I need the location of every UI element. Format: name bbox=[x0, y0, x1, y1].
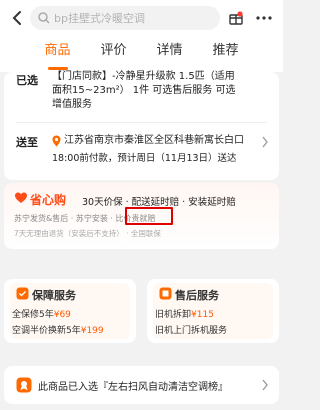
highlight-box bbox=[125, 207, 173, 225]
coupon-button[interactable] bbox=[226, 8, 246, 28]
service-option[interactable]: 旧机拆卸¥115 bbox=[155, 307, 214, 320]
delivery-address[interactable]: 江苏省南京市秦淮区全区科巷新寓长白口 bbox=[64, 134, 244, 148]
more-button[interactable] bbox=[254, 8, 274, 28]
ranking-text: 此商品已入选『左右扫风自动清洁空调榜』 bbox=[38, 382, 228, 393]
divider bbox=[16, 122, 267, 123]
tab-reviews[interactable]: 评价 bbox=[86, 40, 142, 68]
selected-line-1[interactable]: 【门店同款】-冷静星升级款 1.5匹（适用 bbox=[52, 70, 235, 84]
selected-label: 已选 bbox=[16, 74, 38, 87]
search-icon bbox=[38, 12, 50, 24]
shield-icon bbox=[16, 287, 29, 300]
service-option-price: ¥199 bbox=[80, 326, 104, 336]
tab-bar: 商品 评价 详情 推荐 bbox=[0, 40, 283, 70]
spec-card: 已选 【门店同款】-冷静星升级款 1.5匹（适用 面积15~23m²） 1件 可… bbox=[4, 70, 279, 180]
tab-product[interactable]: 商品 bbox=[30, 40, 86, 70]
service-card-warranty[interactable]: 保障服务 全保修5年¥69 空调半价换新5年¥199 bbox=[4, 279, 136, 343]
service-option-price: ¥69 bbox=[53, 310, 71, 320]
service-option-name: 旧机拆卸 bbox=[155, 310, 192, 320]
service-title: 保障服务 bbox=[32, 289, 76, 302]
more-dots-icon bbox=[256, 16, 272, 20]
location-pin-icon bbox=[52, 135, 61, 147]
service-option-name: 全保修5年 bbox=[12, 310, 54, 320]
search-placeholder: bp挂壁式冷暖空调 bbox=[54, 12, 145, 25]
service-option[interactable]: 全保修5年¥69 bbox=[12, 307, 71, 320]
back-arrow-icon bbox=[12, 11, 21, 25]
ranking-icon bbox=[16, 377, 32, 393]
heart-icon bbox=[15, 192, 27, 203]
delivery-time: 18:00前付款，预计周日（11月13日）送达 bbox=[52, 153, 237, 164]
delivery-label: 送至 bbox=[16, 136, 38, 149]
search-input[interactable]: bp挂壁式冷暖空调 bbox=[30, 6, 220, 30]
gift-icon bbox=[229, 11, 243, 25]
service-option-price: ¥115 bbox=[191, 310, 214, 320]
tab-details[interactable]: 详情 bbox=[142, 40, 198, 68]
service-title: 售后服务 bbox=[175, 289, 219, 302]
xinxin-main: 30天价保 · 配送延时赔 · 安装延时赔 bbox=[82, 197, 236, 208]
chevron-right-icon bbox=[262, 136, 268, 148]
aftersale-icon bbox=[159, 287, 172, 300]
selected-line-3[interactable]: 增值服务 bbox=[52, 98, 92, 112]
service-option-name: 空调半价换新5年 bbox=[12, 326, 81, 336]
xinxin-card[interactable]: 省心购 30天价保 · 配送延时赔 · 安装延时赔 苏宁发货&售后 · 苏宁安装… bbox=[4, 183, 279, 249]
back-button[interactable] bbox=[10, 10, 24, 26]
chevron-right-icon bbox=[262, 379, 268, 391]
service-option-name: 旧机上门拆机服务 bbox=[155, 326, 228, 336]
service-option[interactable]: 空调半价换新5年¥199 bbox=[12, 323, 104, 336]
top-bar: bp挂壁式冷暖空调 商品 评价 详情 推荐 bbox=[0, 0, 283, 72]
xinxin-title: 省心购 bbox=[30, 193, 67, 207]
service-option[interactable]: 旧机上门拆机服务 bbox=[155, 323, 227, 336]
selected-line-2[interactable]: 面积15~23m²） 1件 可选售后服务 可选 bbox=[52, 84, 235, 98]
xinxin-sub2: 7天无理由退货（安装后不支持） · 全国联保 bbox=[14, 229, 161, 238]
tab-recommend[interactable]: 推荐 bbox=[198, 40, 254, 68]
ranking-banner[interactable]: 此商品已入选『左右扫风自动清洁空调榜』 bbox=[4, 366, 279, 404]
service-card-aftersale[interactable]: 售后服务 旧机拆卸¥115 旧机上门拆机服务 bbox=[147, 279, 279, 343]
